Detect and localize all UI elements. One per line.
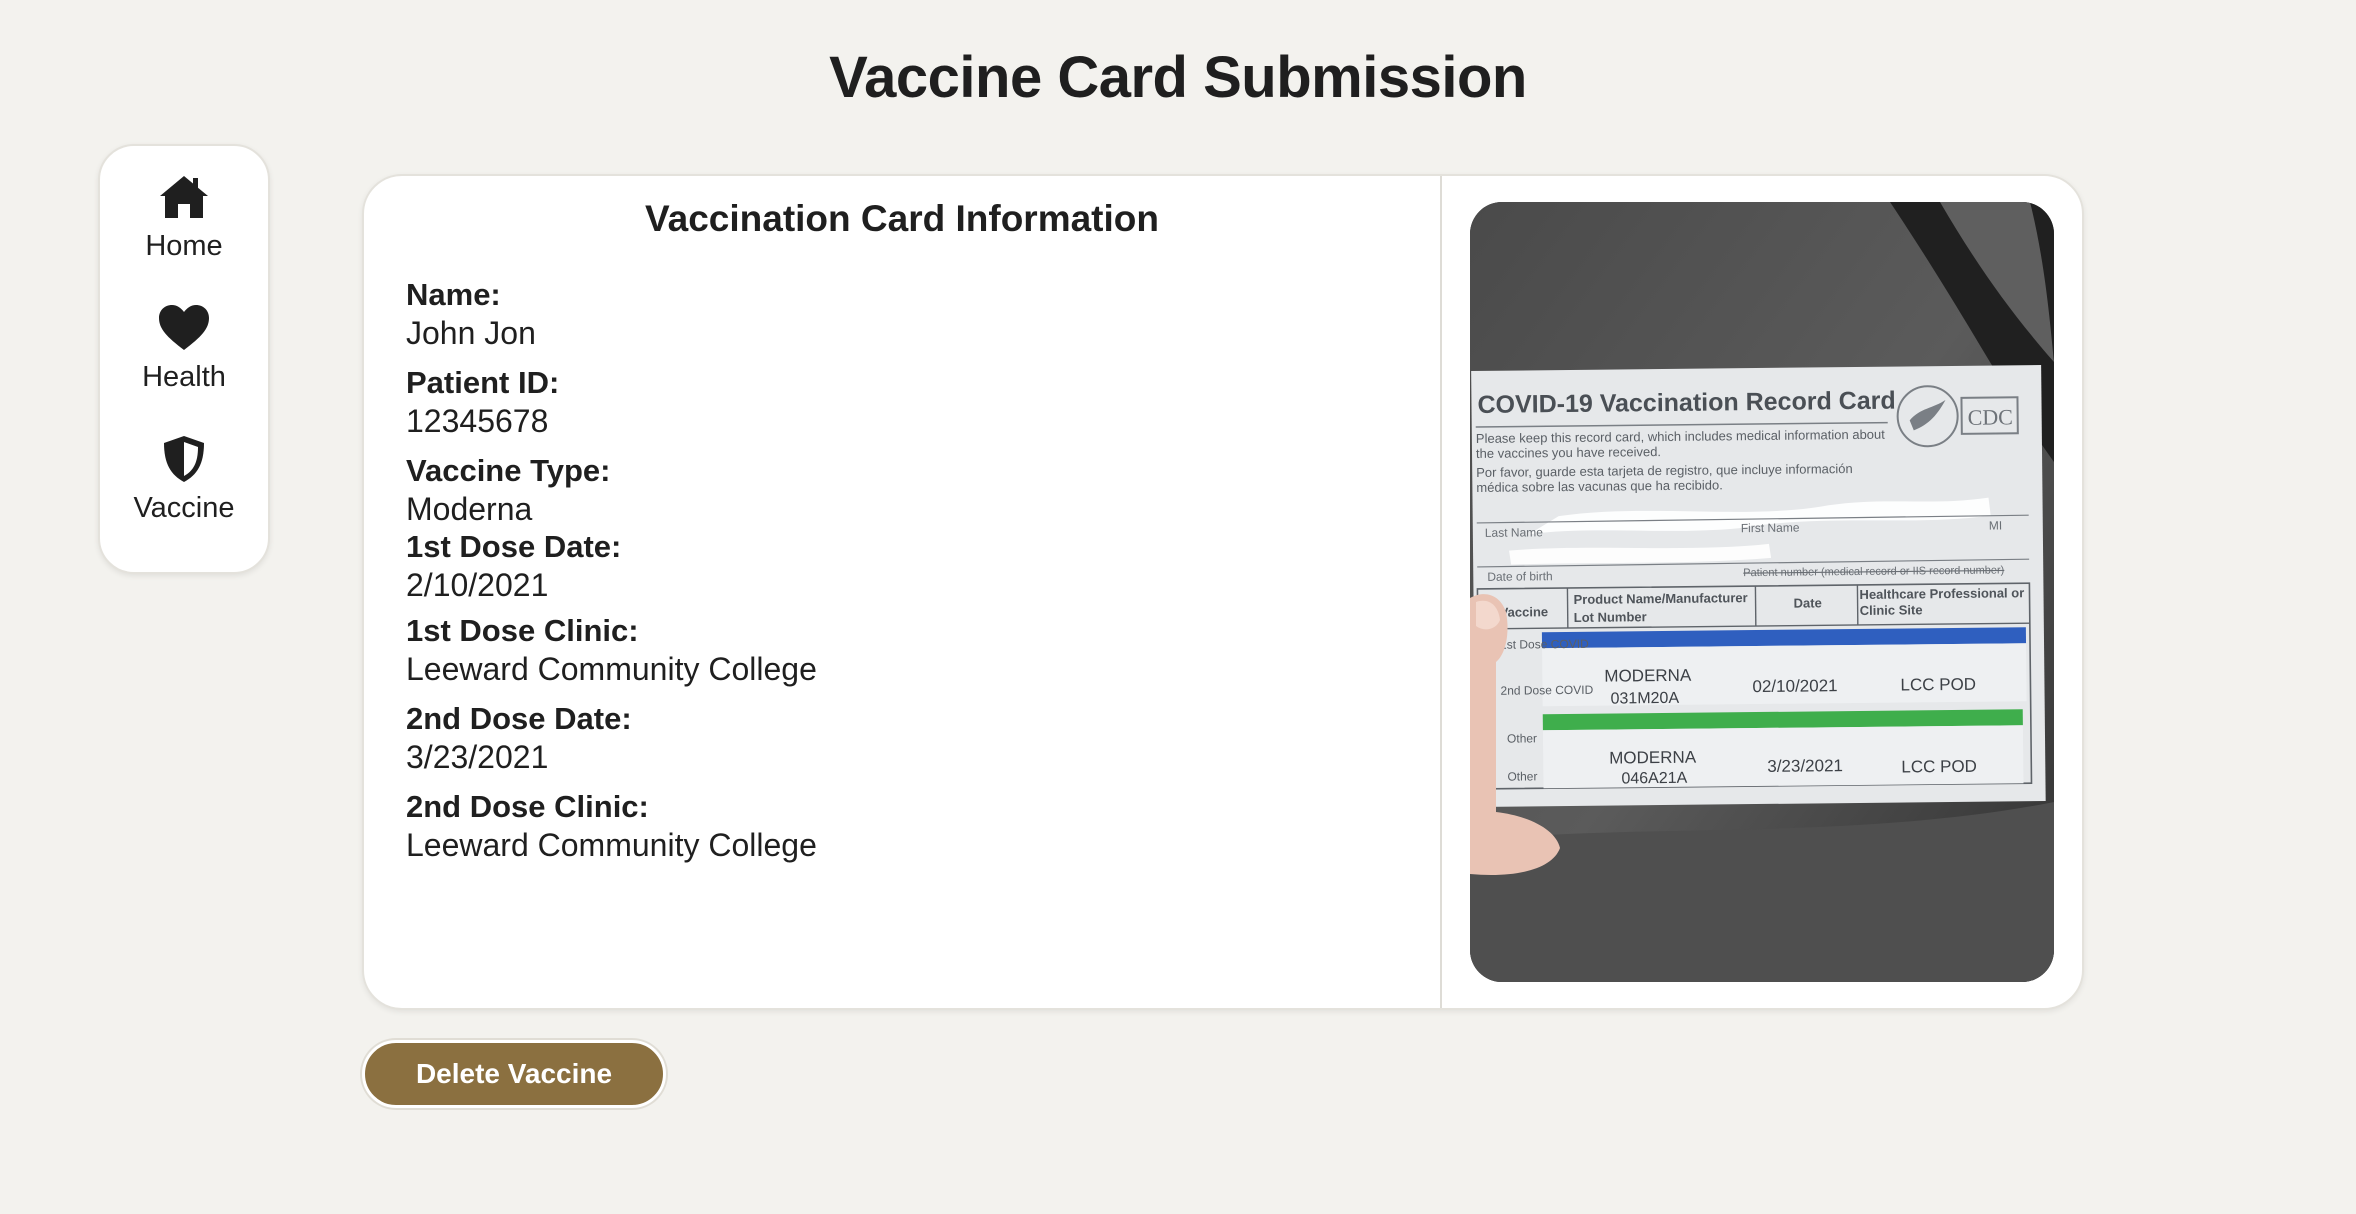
record-card-intro-es: Por favor, guarde esta tarjeta de regist… (1476, 461, 1853, 495)
field-label: Name: (406, 277, 501, 312)
field-label: Patient ID: (406, 365, 560, 400)
field-label: Vaccine Type: (406, 453, 611, 488)
field-value: John Jon (406, 315, 536, 351)
sidebar-item-label: Health (142, 361, 226, 393)
record-card-intro-en: Please keep this record card, which incl… (1475, 426, 1885, 461)
field-first-dose-clinic: 1st Dose Clinic: Leeward Community Colle… (406, 612, 817, 688)
panel-divider (1440, 176, 1442, 1008)
field-label: 1st Dose Clinic: (406, 613, 639, 648)
dose1-site: LCC POD (1900, 675, 1976, 695)
col-product: Product Name/Manufacturer (1573, 590, 1747, 607)
dose2-site: LCC POD (1901, 757, 1977, 777)
field-value: Leeward Community College (406, 651, 817, 687)
field-vaccine-type: Vaccine Type: Moderna (406, 452, 817, 528)
record-card-intro: Please keep this record card, which incl… (1476, 427, 1897, 495)
vaccine-card-photo: COVID-19 Vaccination Record Card CDC Ple… (1470, 202, 2054, 982)
sidebar-item-health[interactable]: Health (142, 303, 226, 394)
field-label: 1st Dose Date: (406, 529, 622, 564)
card-info-title: Vaccination Card Information (645, 198, 1159, 239)
label-mi: MI (1989, 518, 2002, 532)
row-dose1: 1st Dose COVID (1500, 637, 1589, 652)
sidebar-item-label: Vaccine (133, 492, 235, 524)
card-info-fields: Name: John Jon Patient ID: 12345678 Vacc… (406, 276, 817, 864)
field-value: Moderna (406, 491, 533, 527)
dose2-lot: 046A21A (1621, 770, 1687, 788)
vaccine-card-photo-svg: COVID-19 Vaccination Record Card CDC Ple… (1470, 202, 2054, 982)
home-icon (159, 176, 208, 218)
field-patient-id: Patient ID: 12345678 (406, 364, 817, 440)
field-label: 2nd Dose Clinic: (406, 789, 649, 824)
col-date: Date (1794, 595, 1822, 610)
dose1-product: MODERNA (1604, 666, 1692, 686)
page-title: Vaccine Card Submission (829, 45, 1527, 110)
dose1-lot: 031M20A (1611, 690, 1680, 708)
field-name: Name: John Jon (406, 276, 817, 352)
sidebar-item-vaccine[interactable]: Vaccine (133, 434, 235, 525)
cdc-text: CDC (1968, 404, 2014, 429)
label-first-name: First Name (1741, 521, 1800, 536)
vaccination-card-panel: Vaccination Card Information Name: John … (362, 174, 2084, 1010)
record-card-title: COVID-19 Vaccination Record Card (1477, 387, 1895, 419)
sidebar-item-home[interactable]: Home (145, 172, 223, 263)
col-lot: Lot Number (1574, 609, 1647, 625)
col-vaccine: Vaccine (1500, 604, 1549, 620)
heart-icon (158, 305, 209, 350)
field-label: 2nd Dose Date: (406, 701, 632, 736)
field-value: Leeward Community College (406, 827, 817, 863)
field-value: 12345678 (406, 403, 549, 439)
record-card: COVID-19 Vaccination Record Card CDC Ple… (1471, 365, 2046, 807)
dose2-product: MODERNA (1609, 748, 1697, 768)
field-value: 3/23/2021 (406, 739, 549, 775)
row-other-2: Other (1507, 769, 1537, 783)
label-last-name: Last Name (1485, 525, 1543, 540)
field-first-dose-date: 1st Dose Date: 2/10/2021 (406, 528, 817, 604)
dose1-date: 02/10/2021 (1752, 676, 1837, 696)
col-site: Healthcare Professional or Clinic Site (1859, 585, 2025, 618)
field-second-dose-clinic: 2nd Dose Clinic: Leeward Community Colle… (406, 788, 817, 864)
sidebar-item-label: Home (145, 230, 223, 262)
field-second-dose-date: 2nd Dose Date: 3/23/2021 (406, 700, 817, 776)
label-dob: Date of birth (1487, 569, 1553, 584)
sidebar: Home Health Vaccine (98, 144, 270, 574)
row-other-1: Other (1507, 731, 1537, 745)
row-dose2: 2nd Dose COVID (1500, 683, 1593, 698)
delete-vaccine-button[interactable]: Delete Vaccine (362, 1040, 666, 1108)
shield-icon (164, 436, 204, 482)
field-value: 2/10/2021 (406, 567, 549, 603)
dose2-date: 3/23/2021 (1767, 756, 1843, 776)
